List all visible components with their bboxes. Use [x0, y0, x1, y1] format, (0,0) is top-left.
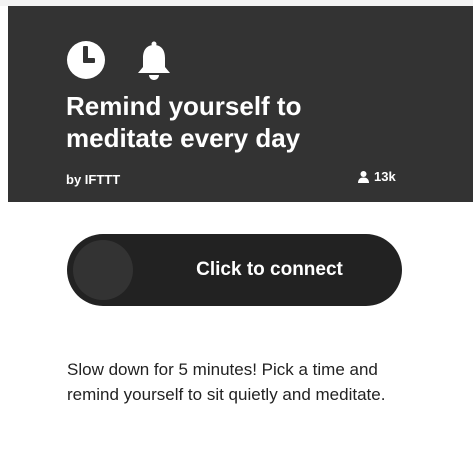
author-byline[interactable]: by IFTTT [66, 172, 120, 187]
applet-page: Remind yourself to meditate every day by… [0, 0, 473, 459]
connect-button[interactable]: Click to connect [67, 234, 402, 306]
users-count: 13k [358, 169, 396, 184]
bell-icon [134, 40, 174, 80]
connect-button-label: Click to connect [196, 259, 343, 280]
applet-description: Slow down for 5 minutes! Pick a time and… [67, 360, 386, 404]
user-icon [358, 170, 369, 183]
users-count-value: 13k [374, 169, 396, 184]
service-icons [66, 36, 202, 84]
applet-title: Remind yourself to meditate every day [66, 91, 302, 153]
applet-header: Remind yourself to meditate every day by… [8, 6, 473, 202]
clock-icon [66, 40, 106, 80]
connect-toggle-knob[interactable] [73, 240, 133, 300]
